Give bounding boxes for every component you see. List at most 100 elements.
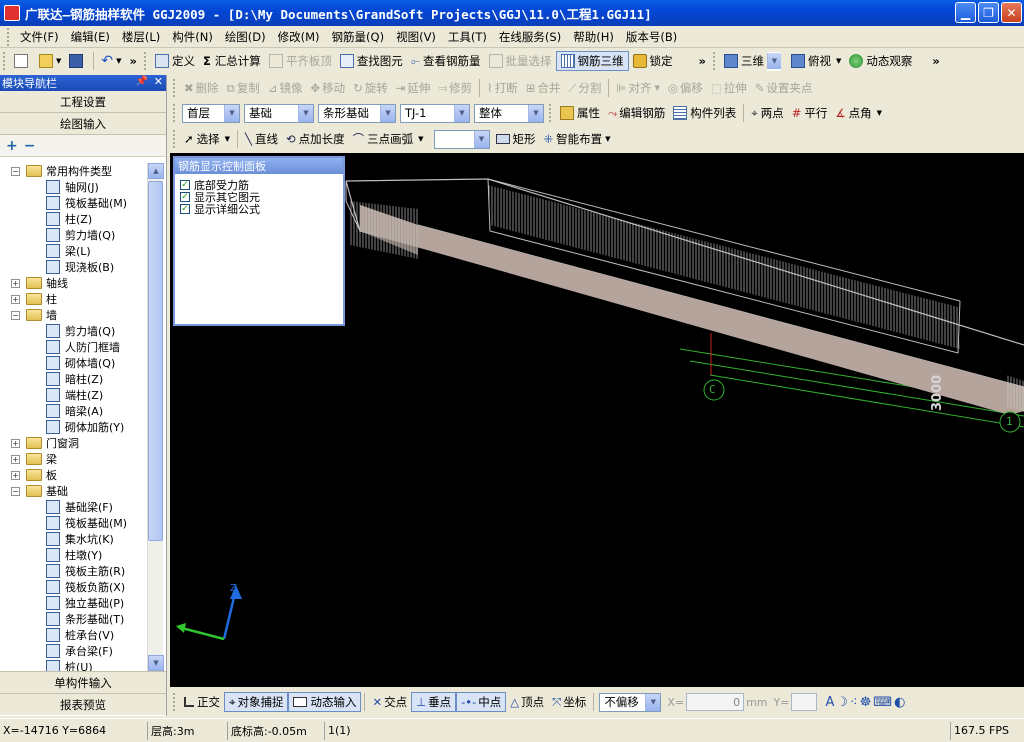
- delete-button[interactable]: ✖ 删除: [180, 78, 223, 98]
- menu-online[interactable]: 在线服务(S): [493, 29, 567, 45]
- single-member-input-button[interactable]: 单构件输入: [0, 671, 166, 693]
- smart-layout-button[interactable]: ⁜ 智能布置 ▼: [540, 129, 615, 149]
- top-view-button[interactable]: 俯视 ▼: [787, 51, 845, 71]
- new-file-button[interactable]: [10, 51, 35, 71]
- scroll-up-icon[interactable]: ▲: [148, 163, 164, 179]
- rotate-button[interactable]: ↻ 旋转: [349, 78, 392, 98]
- edit-rebar-button[interactable]: ⤳ 编辑钢筋: [604, 103, 669, 123]
- trim-button[interactable]: ⫤ 修剪: [434, 78, 476, 98]
- expand-icon[interactable]: +: [11, 278, 20, 288]
- split-button[interactable]: ⟋ 分割: [564, 78, 605, 98]
- collapse-icon[interactable]: −: [11, 486, 20, 496]
- tree-folder[interactable]: − 墙: [0, 307, 147, 323]
- undo-button[interactable]: ↶ ▼: [97, 51, 125, 71]
- member-type-select[interactable]: 条形基础 ▼: [318, 103, 396, 123]
- lock-button[interactable]: 锁定: [629, 51, 677, 71]
- tree-item[interactable]: 暗梁(A): [0, 403, 147, 419]
- menu-tools[interactable]: 工具(T): [442, 29, 493, 45]
- category-select[interactable]: 基础 ▼: [244, 103, 314, 123]
- draw-input-button[interactable]: 绘图输入: [0, 113, 166, 135]
- offset-mode-select[interactable]: 不偏移 ▼: [599, 692, 662, 712]
- tree-folder[interactable]: + 柱: [0, 291, 147, 307]
- menu-member[interactable]: 构件(N): [166, 29, 219, 45]
- scope-select[interactable]: 整体 ▼: [474, 103, 544, 123]
- mirror-button[interactable]: ⊿ 镜像: [264, 78, 307, 98]
- midpoint-snap-button[interactable]: -•- 中点: [456, 692, 507, 712]
- tree-item[interactable]: 独立基础(P): [0, 595, 147, 611]
- tree-item[interactable]: 集水坑(K): [0, 531, 147, 547]
- member-list-button[interactable]: 构件列表: [669, 103, 740, 123]
- tree-item[interactable]: 端柱(Z): [0, 387, 147, 403]
- parallel-button[interactable]: # 平行: [788, 103, 832, 123]
- two-points-button[interactable]: ⌖ 两点: [747, 103, 787, 123]
- tree-item[interactable]: 筏板基础(M): [0, 515, 147, 531]
- floor-select[interactable]: 首层 ▼: [182, 103, 240, 123]
- tree-folder[interactable]: + 板: [0, 467, 147, 483]
- open-file-button[interactable]: ▼: [35, 51, 65, 71]
- show-formula-checkbox[interactable]: ✓ 显示详细公式: [175, 203, 343, 215]
- find-element-button[interactable]: 查找图元: [336, 51, 407, 71]
- report-preview-button[interactable]: 报表预览: [0, 693, 166, 715]
- tree-item[interactable]: 柱墩(Y): [0, 547, 147, 563]
- tree-item[interactable]: 桩(U): [0, 659, 147, 671]
- align-button[interactable]: ⊫ 对齐 ▼: [612, 78, 663, 98]
- show-other-elements-checkbox[interactable]: ✓ 显示其它图元: [175, 191, 343, 203]
- save-button[interactable]: [65, 51, 90, 71]
- tree-item[interactable]: 梁(L): [0, 243, 147, 259]
- point-angle-button[interactable]: ∡ 点角 ▼: [831, 103, 886, 123]
- tree-item[interactable]: 筏板负筋(X): [0, 579, 147, 595]
- menu-draw[interactable]: 绘图(D): [219, 29, 272, 45]
- tree-item[interactable]: 现浇板(B): [0, 259, 147, 275]
- tree-item[interactable]: 人防门框墙: [0, 339, 147, 355]
- rebar-3d-button[interactable]: 钢筋三维: [555, 51, 629, 71]
- menu-grip[interactable]: [7, 27, 11, 46]
- coordinate-snap-button[interactable]: ⤧ 坐标: [548, 692, 590, 712]
- toolbar-overflow-3[interactable]: »: [928, 51, 943, 71]
- ortho-button[interactable]: 正交: [180, 692, 224, 712]
- menu-version[interactable]: 版本号(B): [620, 29, 683, 45]
- point-length-button[interactable]: ⟲ 点加长度: [282, 129, 349, 149]
- tree-item[interactable]: 承台梁(F): [0, 643, 147, 659]
- three-point-arc-button[interactable]: ⌒ 三点画弧 ▼: [349, 129, 428, 149]
- tree-item[interactable]: 砌体墙(Q): [0, 355, 147, 371]
- maximize-button[interactable]: ❐: [978, 2, 999, 23]
- dynamic-view-button[interactable]: 动态观察: [845, 51, 916, 71]
- menu-edit[interactable]: 编辑(E): [65, 29, 116, 45]
- collapse-icon[interactable]: −: [11, 310, 20, 320]
- tree-item[interactable]: 剪力墙(Q): [0, 323, 147, 339]
- set-grip-button[interactable]: ✎ 设置夹点: [751, 78, 817, 98]
- tree-scrollbar[interactable]: ▲ ▼: [147, 163, 164, 671]
- tree-folder[interactable]: + 轴线: [0, 275, 147, 291]
- tree-item[interactable]: 基础梁(F): [0, 499, 147, 515]
- expand-icon[interactable]: +: [11, 470, 20, 480]
- break-button[interactable]: ⌇ 打断: [483, 78, 522, 98]
- pin-icon[interactable]: 📌: [136, 76, 148, 87]
- x-offset-input[interactable]: 0: [686, 693, 745, 711]
- expand-icon[interactable]: +: [11, 294, 20, 304]
- select-button[interactable]: ➚ 选择 ▼: [180, 129, 234, 149]
- arc-option-select[interactable]: ▼: [433, 129, 490, 149]
- tree-item[interactable]: 轴网(J): [0, 179, 147, 195]
- vertex-snap-button[interactable]: △ 顶点: [506, 692, 548, 712]
- menu-floor[interactable]: 楼层(L): [116, 29, 166, 45]
- merge-button[interactable]: ⊞ 合并: [522, 78, 565, 98]
- toolbar-overflow[interactable]: »: [126, 51, 141, 71]
- tree-item[interactable]: 剪力墙(Q): [0, 227, 147, 243]
- tree-folder[interactable]: − 常用构件类型: [0, 163, 147, 179]
- tree-item[interactable]: 砌体加筋(Y): [0, 419, 147, 435]
- y-offset-input[interactable]: [791, 693, 818, 711]
- expand-icon[interactable]: +: [11, 438, 20, 448]
- menu-file[interactable]: 文件(F): [14, 29, 65, 45]
- view-3d-button[interactable]: 三维 ▼: [720, 51, 787, 71]
- line-button[interactable]: ╲ 直线: [241, 129, 282, 149]
- toolbar-overflow-2[interactable]: »: [695, 51, 710, 71]
- define-button[interactable]: 定义: [151, 51, 199, 71]
- tree-item[interactable]: 柱(Z): [0, 211, 147, 227]
- menu-rebar-qty[interactable]: 钢筋量(Q): [326, 29, 391, 45]
- menu-help[interactable]: 帮助(H): [567, 29, 620, 45]
- tree-folder[interactable]: + 梁: [0, 451, 147, 467]
- project-settings-button[interactable]: 工程设置: [0, 91, 166, 113]
- text-tools-group[interactable]: A ☽ ⁖ ☸ ⌨ ◐: [821, 692, 909, 712]
- close-button[interactable]: ✕: [1001, 2, 1022, 23]
- member-select[interactable]: TJ-1 ▼: [400, 103, 470, 123]
